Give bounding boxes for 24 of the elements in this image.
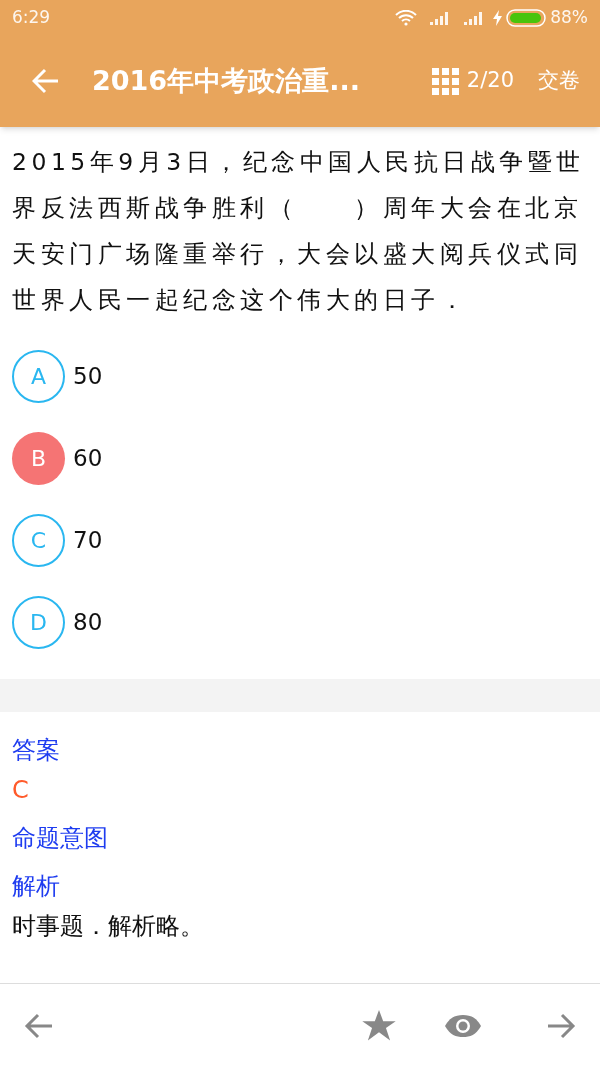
- option-text: 80: [73, 607, 103, 637]
- battery-percent: 88%: [550, 5, 588, 29]
- forward-arrow-icon[interactable]: [546, 1011, 576, 1040]
- back-arrow-icon[interactable]: [24, 1011, 54, 1040]
- battery-icon: [506, 8, 547, 27]
- grid-icon[interactable]: [431, 67, 459, 95]
- wifi-icon: [395, 9, 418, 26]
- answer-text: C: [12, 775, 30, 806]
- section-heading: 命题意图: [12, 823, 109, 854]
- analysis-text: 时事题．解析略。: [12, 911, 205, 942]
- question-counter: 2/20: [466, 67, 514, 95]
- option-text: 50: [73, 361, 103, 391]
- back-arrow-icon: [32, 68, 60, 94]
- toolbar-title: 2016年中考政治重...: [92, 63, 360, 98]
- section-heading: 解析: [12, 871, 61, 902]
- eye-icon[interactable]: [444, 1013, 482, 1038]
- charging-icon: [493, 9, 503, 26]
- submit-button[interactable]: 交卷: [538, 65, 580, 97]
- star-icon[interactable]: [362, 1009, 396, 1042]
- option-text: 60: [73, 443, 103, 473]
- option-text: 70: [73, 525, 103, 555]
- question-text: 2015年9月3日，纪念中国人民抗日战争暨世界反法西斯战争胜利（ ）周年大会在北京天安门广场隆重举行，大会以盛大阅兵仪式同世界人民一起纪念这个伟大的日子．: [11, 147, 586, 316]
- section-heading: 答案: [12, 735, 61, 766]
- status-time: 6:29: [12, 5, 51, 29]
